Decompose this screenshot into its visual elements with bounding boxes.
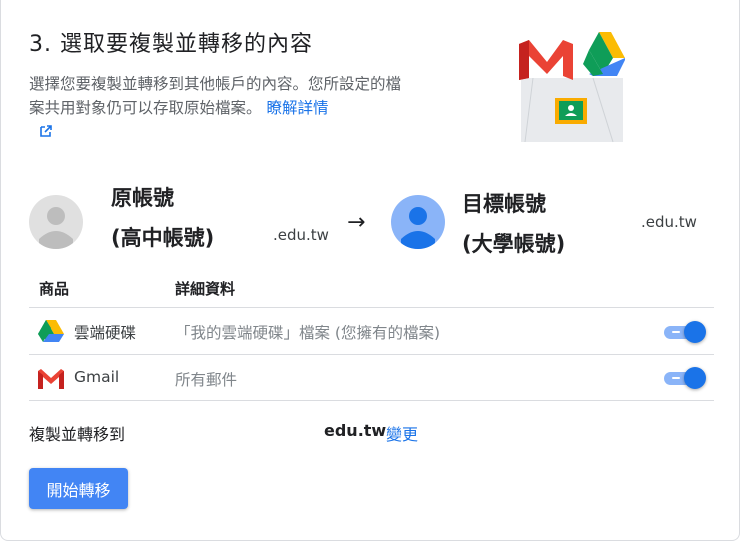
person-icon bbox=[401, 207, 435, 249]
product-detail: 所有郵件 bbox=[175, 371, 238, 389]
source-domain: .edu.tw bbox=[273, 226, 329, 244]
description: 選擇您要複製並轉移到其他帳戶的內容。您所設定的檔案共用對象仍可以存取原始檔案。 … bbox=[29, 72, 409, 120]
gmail-toggle[interactable] bbox=[664, 366, 706, 390]
learn-more-link[interactable]: 瞭解詳情 bbox=[266, 99, 328, 117]
transfer-card: 3. 選取要複製並轉移的內容 選擇您要複製並轉移到其他帳戶的內容。您所設定的檔案… bbox=[0, 0, 740, 541]
column-header-details: 詳細資料 bbox=[175, 280, 236, 298]
target-account-title: 目標帳號 (大學帳號) bbox=[462, 192, 566, 256]
product-detail: 「我的雲端硬碟」檔案 (您擁有的檔案) bbox=[175, 324, 441, 342]
products-illustration bbox=[519, 32, 625, 143]
copy-to-label: 複製並轉移到 bbox=[29, 425, 126, 444]
person-icon bbox=[39, 207, 73, 249]
product-name: Gmail bbox=[74, 368, 120, 386]
drive-toggle[interactable] bbox=[664, 320, 706, 344]
source-avatar bbox=[29, 195, 83, 249]
divider bbox=[29, 307, 714, 308]
source-account-title: 原帳號 (高中帳號) bbox=[111, 186, 215, 250]
divider bbox=[29, 354, 714, 355]
description-text: 選擇您要複製並轉移到其他帳戶的內容。您所設定的檔案共用對象仍可以存取原始檔案。 bbox=[29, 75, 402, 117]
target-avatar bbox=[391, 195, 445, 249]
arrow-right-icon: → bbox=[347, 210, 366, 235]
start-transfer-button[interactable]: 開始轉移 bbox=[29, 468, 128, 509]
column-header-product: 商品 bbox=[39, 280, 70, 298]
external-link-icon[interactable] bbox=[39, 124, 53, 138]
gmail-icon bbox=[38, 369, 64, 389]
target-domain: .edu.tw bbox=[641, 213, 697, 231]
copy-to-domain: edu.tw bbox=[324, 421, 387, 440]
product-name: 雲端硬碟 bbox=[74, 324, 137, 342]
page-title: 3. 選取要複製並轉移的內容 bbox=[29, 32, 313, 57]
divider bbox=[29, 400, 714, 401]
google-drive-icon bbox=[38, 320, 64, 342]
change-link[interactable]: 變更 bbox=[386, 421, 418, 445]
